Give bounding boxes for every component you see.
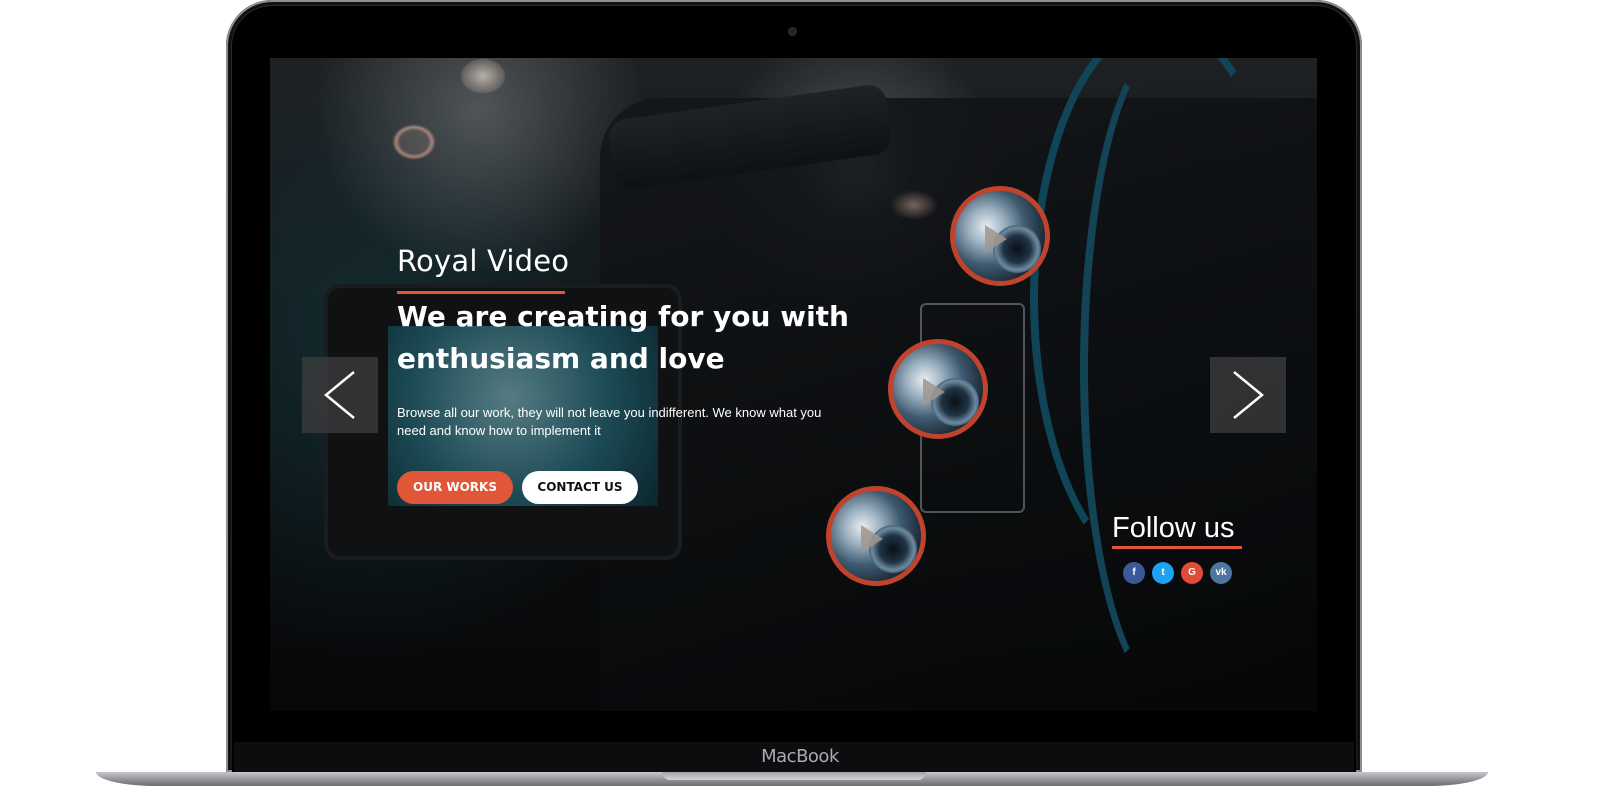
follow-us-heading: Follow us xyxy=(1112,512,1235,544)
play-icon xyxy=(985,225,1007,253)
follow-underline xyxy=(1112,546,1242,549)
google-plus-icon[interactable]: G xyxy=(1181,562,1203,584)
twitter-icon[interactable]: t xyxy=(1152,562,1174,584)
chevron-right-icon xyxy=(1233,371,1264,419)
brand-underline xyxy=(397,291,565,294)
website-screen: Royal Video We are creating for you with… xyxy=(270,58,1317,711)
video-thumbnail-2[interactable] xyxy=(888,339,988,439)
slider-next-button[interactable] xyxy=(1210,357,1286,433)
video-thumbnail-1[interactable] xyxy=(950,186,1050,286)
laptop-base-notch xyxy=(662,772,926,780)
our-works-button[interactable]: OUR WORKS xyxy=(397,471,513,504)
slider-prev-button[interactable] xyxy=(302,357,378,433)
contact-us-button[interactable]: CONTACT US xyxy=(522,471,638,504)
hero-headline: We are creating for you with enthusiasm … xyxy=(397,300,849,375)
hero-brand-title: Royal Video xyxy=(397,244,570,278)
chevron-left-icon xyxy=(324,371,355,419)
video-thumbnail-3[interactable] xyxy=(826,486,926,586)
vk-icon[interactable]: vk xyxy=(1210,562,1232,584)
device-brand-label: MacBook xyxy=(761,746,839,767)
hero-overlay xyxy=(270,58,1317,711)
play-icon xyxy=(861,525,883,553)
social-links: f t G vk xyxy=(1123,562,1232,584)
webcam-icon xyxy=(789,28,796,35)
facebook-icon[interactable]: f xyxy=(1123,562,1145,584)
play-icon xyxy=(923,378,945,406)
hero-description: Browse all our work, they will not leave… xyxy=(397,405,822,438)
